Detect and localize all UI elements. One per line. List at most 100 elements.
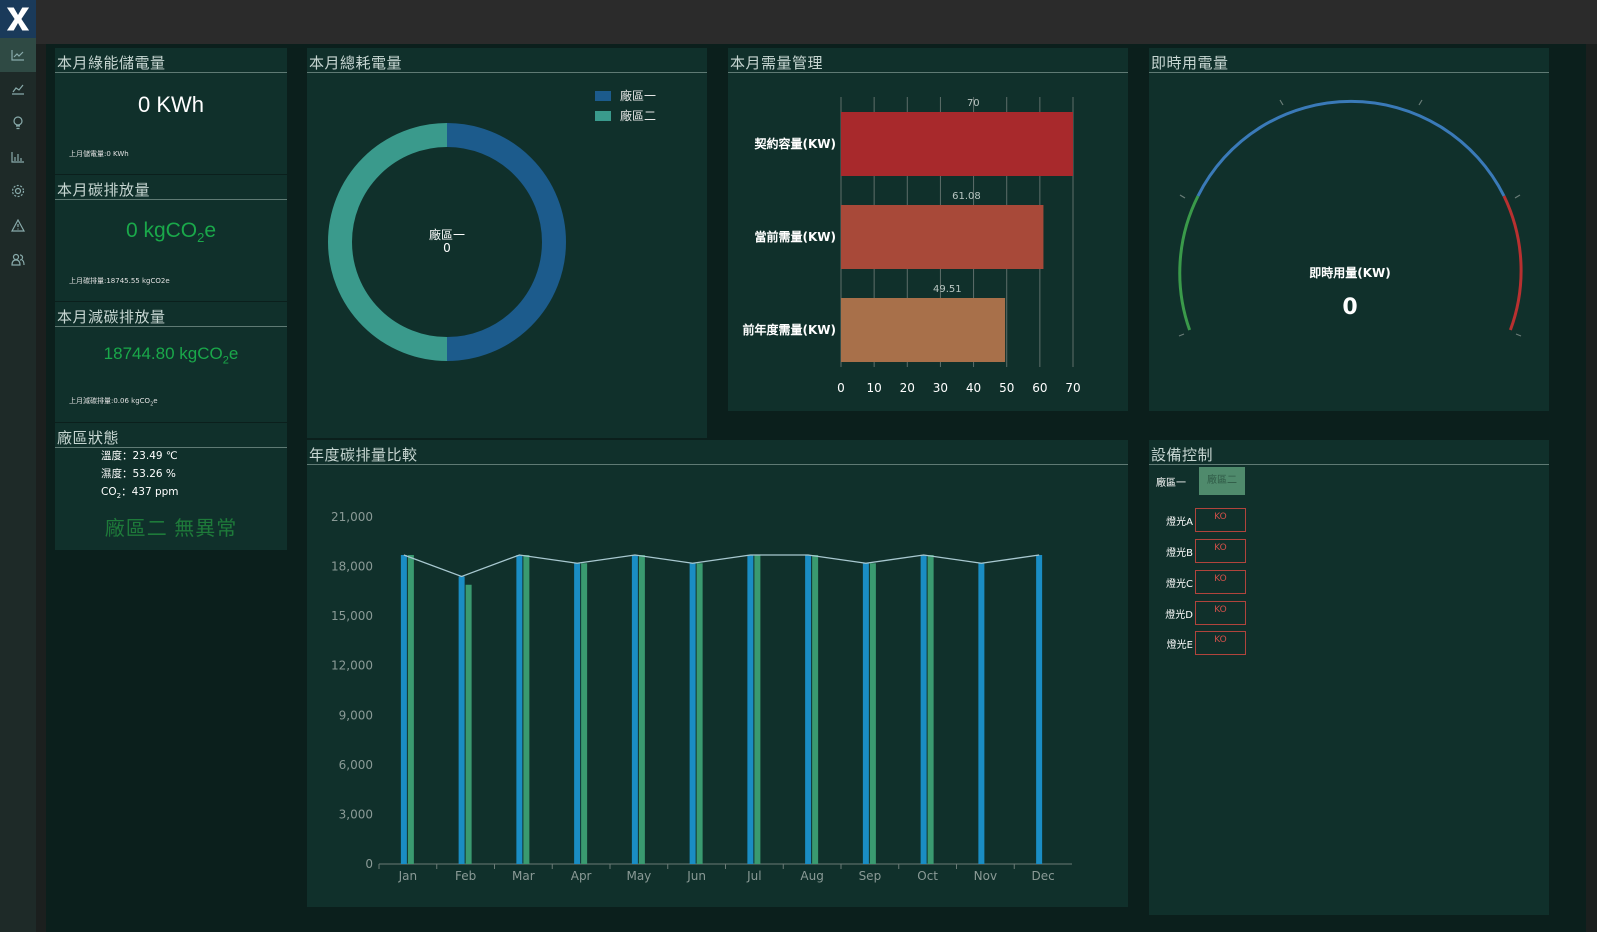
x-logo-icon: [5, 6, 31, 32]
light-b-toggle[interactable]: KO: [1195, 539, 1246, 563]
gauge-arc-mid: [1196, 99, 1506, 197]
bar: [754, 555, 761, 864]
sidebar: [0, 38, 36, 932]
nav-dashboard[interactable]: [0, 38, 36, 72]
x-tick-label: 40: [966, 381, 981, 395]
trend-line: [403, 554, 1040, 578]
bar: [465, 584, 472, 864]
nav-settings[interactable]: [0, 174, 36, 208]
y-tick-label: 15,000: [331, 609, 373, 623]
light-c-toggle[interactable]: KO: [1195, 570, 1246, 594]
x-tick-label: Mar: [512, 869, 535, 883]
nav-trend[interactable]: [0, 72, 36, 106]
light-d-toggle[interactable]: KO: [1195, 601, 1246, 625]
legend-label-zone2[interactable]: 廠區二: [620, 108, 656, 123]
factory-status-panel: 廠區狀態 溫度：23.49 ℃ 濕度：53.26 % CO2：437 ppm 廠…: [55, 423, 287, 550]
light-label: 燈光B: [1166, 547, 1193, 559]
panel-title: 本月碳排放量: [57, 181, 151, 199]
x-tick-label: Jan: [398, 869, 418, 883]
bar: [458, 576, 465, 864]
bar: [841, 205, 1044, 269]
bar: [407, 555, 414, 864]
gear-icon: [11, 184, 25, 198]
value-label: 70: [967, 98, 980, 109]
light-label: 燈光C: [1166, 578, 1193, 590]
x-tick-label: May: [626, 869, 651, 883]
y-tick-label: 0: [365, 857, 373, 871]
gauge-label: 即時用量(KW): [1309, 265, 1391, 280]
demand-panel: 本月需量管理 0 10 20 30 40 50 60 70 契約容量(KW) 70 當前需量(KW)…: [728, 48, 1128, 411]
green-storage-last-month: 上月儲電量:0 KWh: [69, 150, 129, 158]
x-tick-label: Oct: [917, 869, 938, 883]
category-label: 契約容量(KW): [753, 136, 836, 151]
light-row: 燈光D KO: [1163, 601, 1246, 625]
status-readings: 溫度：23.49 ℃ 濕度：53.26 % CO2：437 ppm: [101, 448, 179, 502]
donut-center-label: 廠區一: [429, 227, 465, 242]
humidity-reading: 濕度：53.26 %: [101, 468, 176, 480]
tab-zone2[interactable]: 廠區二: [1199, 467, 1245, 495]
divider: [55, 199, 287, 200]
x-tick-label: Feb: [455, 869, 476, 883]
y-tick-label: 12,000: [331, 659, 373, 673]
light-a-toggle[interactable]: KO: [1195, 508, 1246, 532]
bar: [841, 298, 1006, 362]
y-tick-label: 21,000: [331, 510, 373, 524]
bar: [862, 563, 869, 864]
bar: [523, 555, 530, 864]
light-row: 燈光E KO: [1163, 631, 1246, 655]
x-tick-label: 70: [1065, 381, 1080, 395]
bar: [927, 555, 934, 864]
x-tick-label: Jun: [686, 869, 706, 883]
bar: [805, 555, 812, 864]
legend-swatch-zone2[interactable]: [595, 111, 611, 121]
bar: [696, 563, 703, 864]
tab-zone1[interactable]: 廠區一: [1156, 474, 1186, 489]
total-consumption-panel: 本月總耗電量 廠區一 廠區二 廠區一 0: [307, 48, 707, 438]
top-bar: [0, 0, 1597, 44]
light-row: 燈光C KO: [1163, 570, 1246, 594]
gauge-arc-high: [1502, 195, 1523, 331]
bar: [841, 112, 1073, 176]
donut-slice-zone2[interactable]: [328, 123, 448, 361]
warning-icon: [11, 218, 25, 232]
bar: [920, 555, 927, 864]
carbon-reduction-last-month: 上月減碳排量:0.06 kgCO2e: [69, 397, 158, 408]
panel-title: 本月綠能儲電量: [57, 54, 166, 72]
bar: [400, 555, 407, 864]
legend-swatch-zone1[interactable]: [595, 91, 611, 101]
donut-slice-zone1[interactable]: [446, 123, 566, 361]
users-icon: [11, 253, 25, 266]
legend-label-zone1[interactable]: 廠區一: [620, 88, 656, 103]
light-row: 燈光A KO: [1163, 508, 1246, 532]
category-label: 當前需量(KW): [754, 229, 836, 244]
x-tick-label: Jul: [746, 869, 761, 883]
logo[interactable]: [0, 0, 36, 38]
bulb-icon: [13, 116, 23, 130]
bar: [1036, 555, 1043, 864]
carbon-reduction-panel: 本月減碳排放量 18744.80 kgCO2e 上月減碳排量:0.06 kgCO…: [55, 302, 287, 422]
nav-bulb[interactable]: [0, 106, 36, 140]
light-label: 燈光E: [1166, 639, 1193, 651]
bar: [638, 555, 645, 864]
x-tick-label: Aug: [800, 869, 823, 883]
nav-users[interactable]: [0, 242, 36, 276]
x-tick-label: Apr: [571, 869, 592, 883]
divider: [55, 326, 287, 327]
realtime-panel: 即時用電量 即時用量(KW) 0: [1149, 48, 1549, 411]
y-tick-label: 3,000: [339, 807, 373, 821]
value-label: 49.51: [933, 284, 962, 295]
green-storage-value: 0 KWh: [137, 92, 205, 117]
x-tick-label: 0: [837, 381, 845, 395]
x-tick-label: Sep: [859, 869, 882, 883]
bar: [869, 563, 876, 864]
dashboard-icon: [11, 50, 24, 61]
light-e-toggle[interactable]: KO: [1195, 631, 1246, 655]
nav-bar-chart[interactable]: [0, 140, 36, 174]
donut-chart: 廠區一 廠區二 廠區一 0: [328, 88, 656, 361]
nav-warning[interactable]: [0, 208, 36, 242]
green-storage-panel: 本月綠能儲電量 0 KWh 上月儲電量:0 KWh: [55, 48, 287, 174]
annual-bar-chart: 0 3,000 6,000 9,000 12,000 15,000 18,000 21,000…: [331, 510, 1072, 883]
carbon-emission-last-month: 上月碳排量:18745.55 kgCO2e: [69, 277, 170, 285]
bar: [516, 555, 523, 864]
value-label: 61.08: [952, 191, 981, 202]
